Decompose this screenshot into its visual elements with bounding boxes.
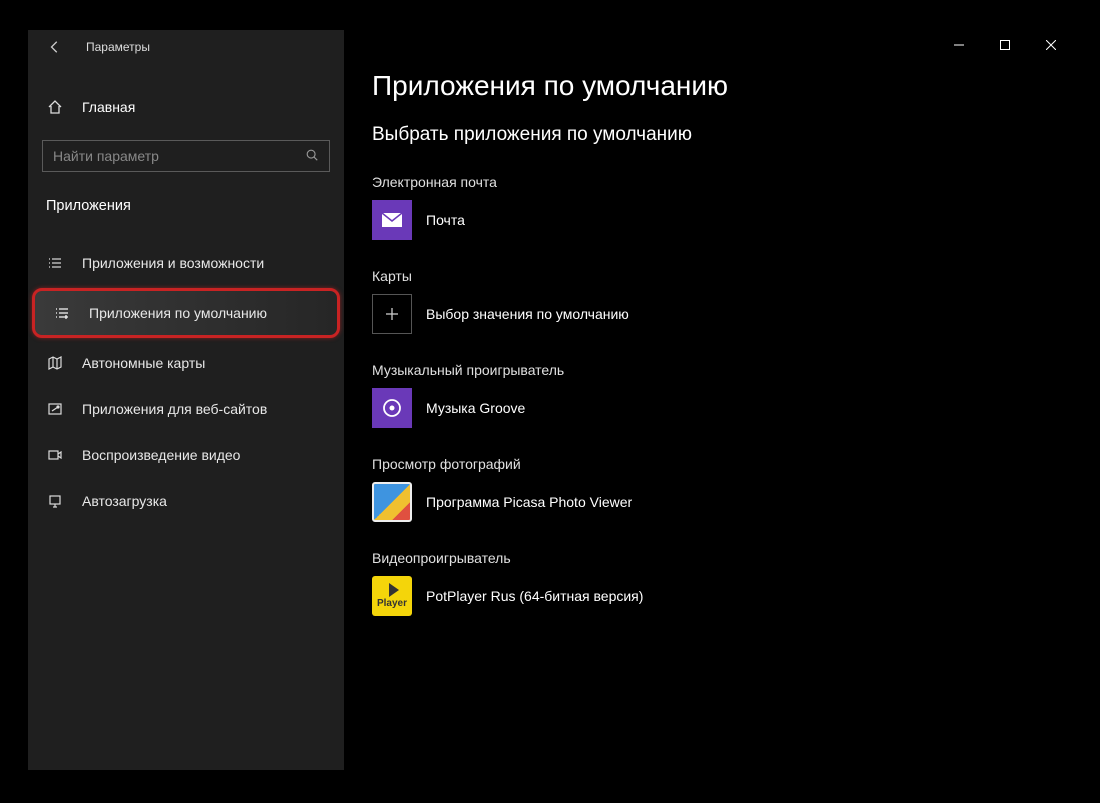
sidebar: Параметры Главная Приложения Приложения … (28, 30, 344, 770)
default-apps-icon (53, 304, 71, 322)
app-name: PotPlayer Rus (64-битная версия) (426, 588, 643, 604)
sidebar-header: Параметры (28, 30, 344, 64)
sidebar-item-web-apps[interactable]: Приложения для веб-сайтов (28, 386, 344, 432)
apps-list-icon (46, 254, 64, 272)
picasa-icon (372, 482, 412, 522)
default-app-video[interactable]: Player PotPlayer Rus (64-битная версия) (372, 576, 1046, 616)
sidebar-item-label: Приложения и возможности (82, 255, 264, 271)
sidebar-item-apps-features[interactable]: Приложения и возможности (28, 240, 344, 286)
groove-icon (372, 388, 412, 428)
category-photos-label: Просмотр фотографий (372, 456, 1046, 472)
offline-maps-icon (46, 354, 64, 372)
sidebar-item-label: Приложения по умолчанию (89, 305, 267, 321)
category-video-label: Видеопроигрыватель (372, 550, 1046, 566)
search-icon (305, 148, 319, 165)
app-name: Программа Picasa Photo Viewer (426, 494, 632, 510)
sidebar-nav: Приложения и возможности Приложения по у… (28, 240, 344, 524)
app-name: Выбор значения по умолчанию (426, 306, 629, 322)
startup-icon (46, 492, 64, 510)
sidebar-item-label: Автономные карты (82, 355, 205, 371)
content-pane: Приложения по умолчанию Выбрать приложен… (344, 30, 1074, 770)
page-title: Приложения по умолчанию (372, 70, 1046, 102)
default-app-photos[interactable]: Программа Picasa Photo Viewer (372, 482, 1046, 522)
sidebar-item-startup[interactable]: Автозагрузка (28, 478, 344, 524)
web-apps-icon (46, 400, 64, 418)
default-app-music[interactable]: Музыка Groove (372, 388, 1046, 428)
sidebar-item-video-playback[interactable]: Воспроизведение видео (28, 432, 344, 478)
settings-window: Параметры Главная Приложения Приложения … (28, 30, 1074, 770)
sidebar-section-label: Приложения (28, 172, 344, 222)
mail-icon (372, 200, 412, 240)
maximize-button[interactable] (982, 30, 1028, 60)
category-music-label: Музыкальный проигрыватель (372, 362, 1046, 378)
sidebar-item-offline-maps[interactable]: Автономные карты (28, 340, 344, 386)
plus-icon (372, 294, 412, 334)
app-name: Почта (426, 212, 465, 228)
sidebar-item-label: Воспроизведение видео (82, 447, 240, 463)
window-controls (936, 30, 1074, 60)
sidebar-item-default-apps[interactable]: Приложения по умолчанию (32, 288, 340, 338)
back-button[interactable] (46, 38, 64, 56)
search-input[interactable] (53, 148, 305, 164)
video-playback-icon (46, 446, 64, 464)
default-app-maps[interactable]: Выбор значения по умолчанию (372, 294, 1046, 334)
sidebar-item-label: Автозагрузка (82, 493, 167, 509)
home-icon (46, 98, 64, 116)
app-name: Музыка Groove (426, 400, 525, 416)
home-label: Главная (82, 99, 135, 115)
potplayer-icon: Player (372, 576, 412, 616)
sub-title: Выбрать приложения по умолчанию (372, 124, 1046, 146)
category-email-label: Электронная почта (372, 174, 1046, 190)
window-title: Параметры (86, 40, 150, 54)
sidebar-home[interactable]: Главная (28, 84, 344, 130)
default-app-email[interactable]: Почта (372, 200, 1046, 240)
close-button[interactable] (1028, 30, 1074, 60)
minimize-button[interactable] (936, 30, 982, 60)
sidebar-item-label: Приложения для веб-сайтов (82, 401, 267, 417)
search-box[interactable] (42, 140, 330, 172)
category-maps-label: Карты (372, 268, 1046, 284)
